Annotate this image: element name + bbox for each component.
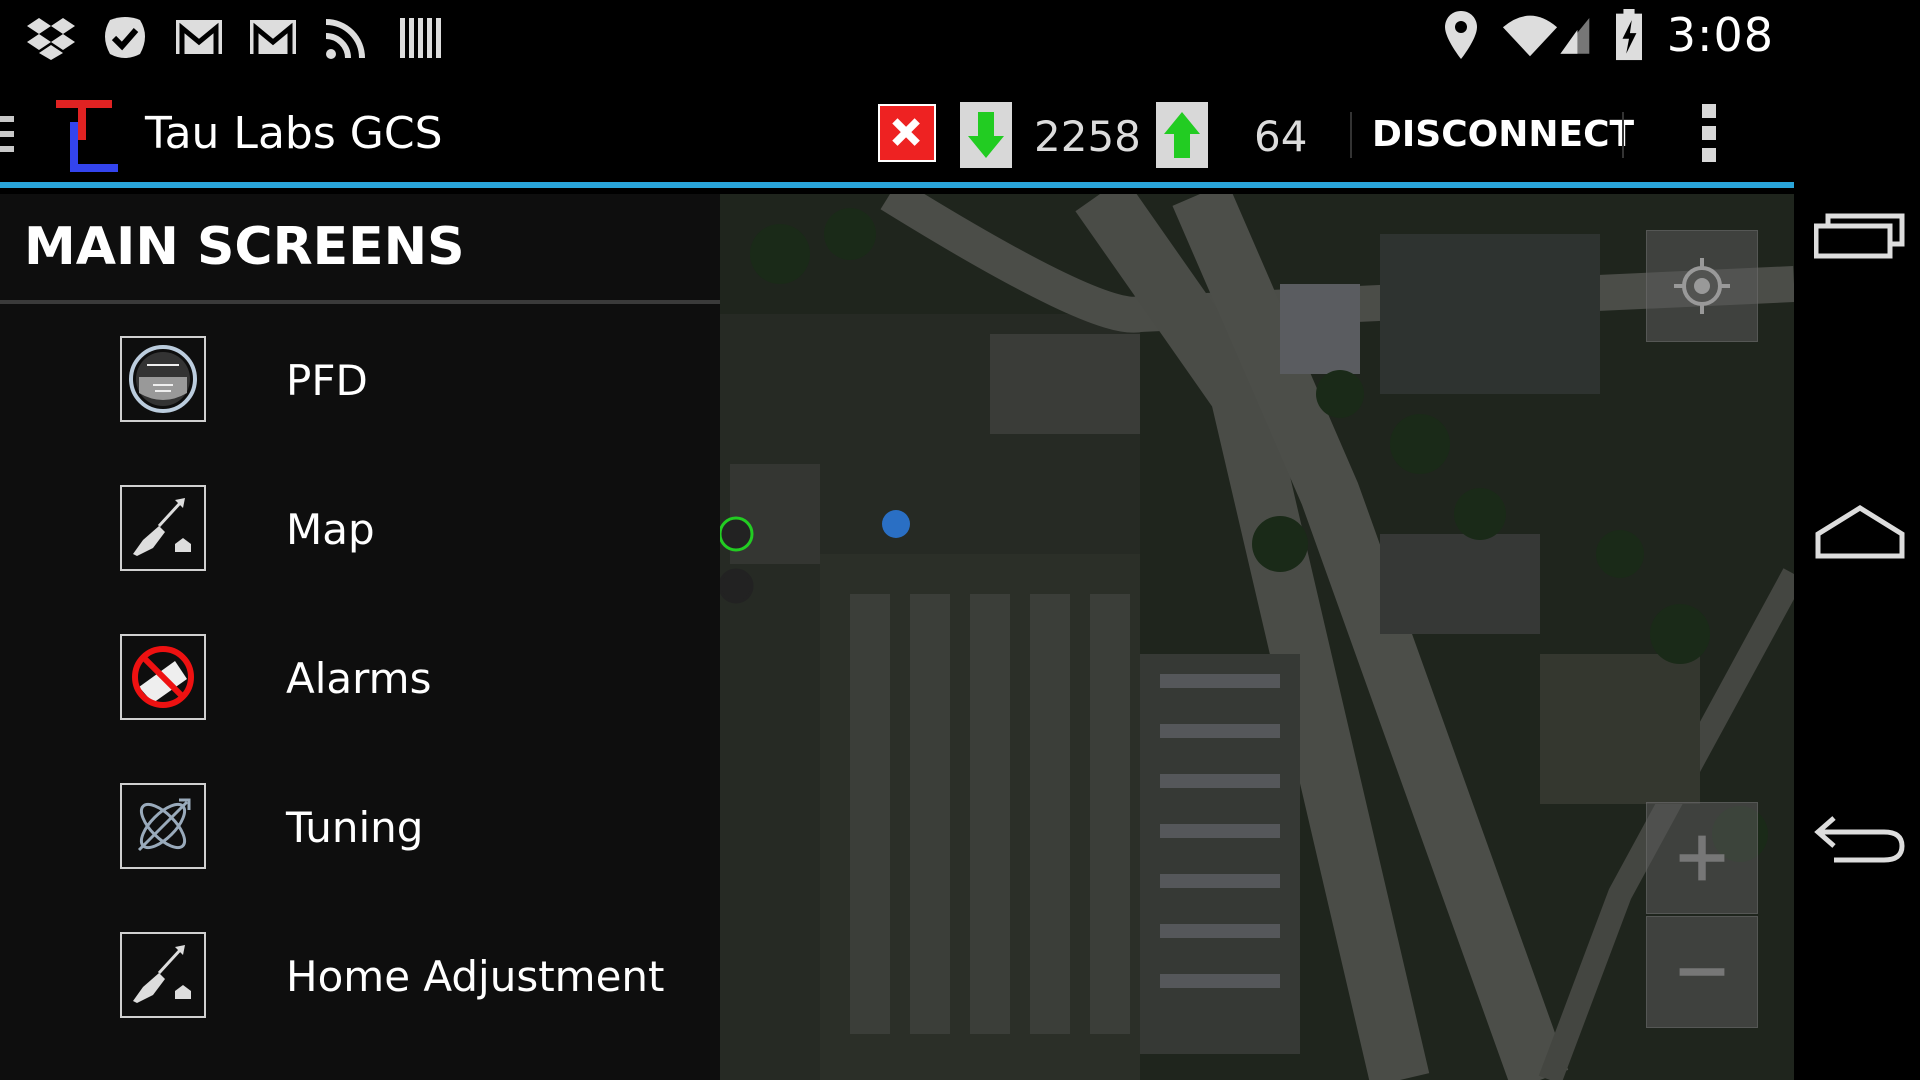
zoom-in-button[interactable] (1646, 802, 1758, 914)
drawer-item-label: Tuning (286, 803, 424, 852)
gmail-icon (250, 20, 296, 54)
drawer-item-label: Alarms (286, 654, 432, 703)
drawer-item-label: PFD (286, 356, 368, 405)
rx-arrow-icon (960, 102, 1012, 168)
location-icon (1444, 11, 1477, 59)
tuning-icon (120, 783, 206, 869)
overflow-menu-icon[interactable] (1702, 104, 1716, 170)
home-adjust-icon (120, 932, 206, 1018)
home-button[interactable] (1814, 500, 1906, 560)
drawer-item-alarms[interactable]: Alarms (0, 620, 720, 740)
gmail-icon (176, 20, 222, 54)
divider (1622, 112, 1624, 158)
plus-icon (1679, 835, 1725, 881)
connection-error-icon[interactable] (878, 104, 936, 162)
drawer-item-map[interactable]: Map (0, 471, 720, 591)
drawer-header: MAIN SCREENS (0, 194, 720, 304)
divider (1350, 112, 1352, 158)
status-bar: 3:08 (0, 0, 1794, 76)
drawer-item-label: Map (286, 505, 375, 554)
drawer-item-tuning[interactable]: Tuning (0, 769, 720, 889)
drawer-item-label: Home Adjustment (286, 952, 665, 1001)
drawer-toggle[interactable] (0, 116, 14, 161)
barcode-icon (400, 18, 441, 58)
alarm-icon (120, 634, 206, 720)
pfd-icon (120, 336, 206, 422)
zoom-out-button[interactable] (1646, 916, 1758, 1028)
battery-charging-icon (1615, 9, 1642, 61)
navigation-drawer: MAIN SCREENS PFD Map Alarms Tuning Home … (0, 194, 720, 1080)
tx-arrow-icon (1156, 102, 1208, 168)
recent-apps-button[interactable] (1814, 208, 1906, 268)
map-imagery (720, 194, 1794, 1080)
disconnect-button[interactable]: DISCONNECT (1372, 114, 1634, 155)
system-icons: 3:08 (1443, 8, 1774, 62)
map-plane-icon (120, 485, 206, 571)
notification-icons (26, 14, 446, 62)
wifi-icon (1502, 15, 1557, 57)
tx-count: 64 (1254, 112, 1308, 161)
signal-icon (1560, 18, 1589, 54)
drawer-item-pfd[interactable]: PFD (0, 322, 720, 442)
app-logo-icon[interactable] (52, 96, 122, 176)
satellite-map[interactable] (720, 194, 1794, 1080)
rx-count: 2258 (1034, 112, 1141, 161)
drawer-item-home-adjustment[interactable]: Home Adjustment (0, 918, 720, 1038)
minus-icon (1679, 968, 1725, 976)
my-location-button[interactable] (1646, 230, 1758, 342)
action-bar: Tau Labs GCS 2258 64 DISCONNECT (0, 76, 1794, 188)
crosshair-icon (1674, 258, 1730, 314)
rss-icon (325, 19, 365, 59)
app-title: Tau Labs GCS (145, 108, 443, 159)
dropbox-icon (27, 18, 75, 60)
system-nav-bar (1794, 0, 1920, 1080)
back-button[interactable] (1814, 808, 1906, 868)
check-icon (105, 17, 145, 58)
clock: 3:08 (1666, 8, 1774, 62)
